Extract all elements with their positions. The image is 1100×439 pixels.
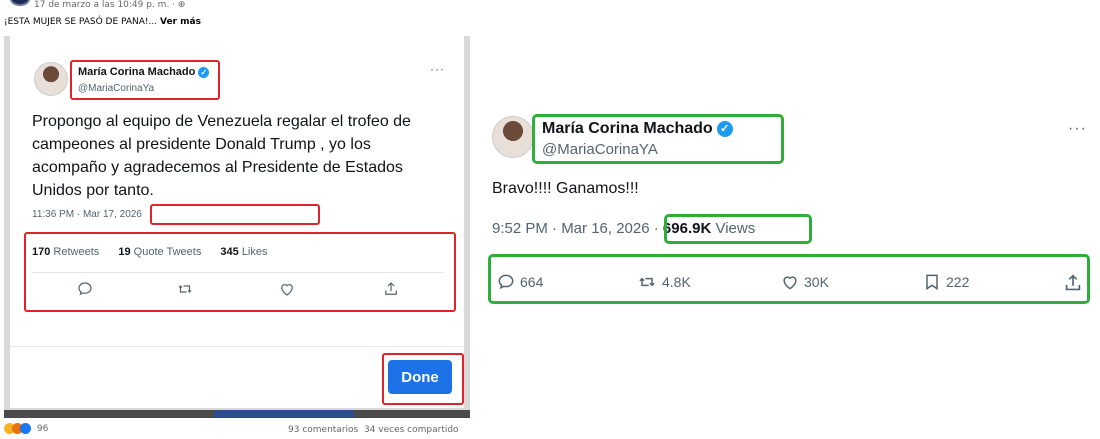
- green-highlight-views: [664, 214, 812, 244]
- like-reaction-icon: [20, 423, 31, 434]
- reaction-count[interactable]: 96: [37, 424, 48, 434]
- facebook-post-header: 17 de marzo a las 10:49 p. m. · ⊕ ¡ESTA …: [0, 0, 470, 30]
- green-highlight-author: [532, 114, 784, 164]
- page-avatar[interactable]: [10, 0, 30, 6]
- modal-footer-divider: [10, 346, 464, 347]
- red-highlight-author: [70, 60, 220, 100]
- avatar[interactable]: [492, 116, 534, 158]
- more-options-icon[interactable]: ···: [1068, 120, 1087, 138]
- tweet-text: Propongo al equipo de Venezuela regalar …: [32, 113, 411, 199]
- comments-shares: 93 comentarios 34 veces compartido: [288, 425, 459, 435]
- tweet-modal: María Corina Machado ✓ @MariaCorinaYa ···…: [10, 36, 464, 408]
- tweet-datetime[interactable]: 11:36 PM · Mar 17, 2026: [32, 209, 142, 220]
- red-highlight-datetime: [150, 204, 320, 225]
- tweet-text: Bravo!!!! Ganamos!!!: [492, 180, 639, 197]
- post-timestamp[interactable]: 17 de marzo a las 10:49 p. m. · ⊕: [34, 0, 185, 10]
- shares-count[interactable]: 34 veces compartido: [364, 425, 459, 435]
- red-highlight-done: [382, 353, 464, 405]
- post-caption: ¡ESTA MUJER SE PASÓ DE PANA!... Ver más: [4, 17, 201, 27]
- globe-icon: ⊕: [177, 0, 186, 10]
- comments-count[interactable]: 93 comentarios: [288, 425, 358, 435]
- reactions[interactable]: 96: [4, 423, 48, 434]
- facebook-post-footer: 96 93 comentarios 34 veces compartido: [0, 422, 470, 439]
- green-highlight-actions: [488, 254, 1090, 304]
- see-more-link[interactable]: Ver más: [160, 17, 201, 27]
- bottom-strip: [4, 410, 470, 418]
- post-timestamp-text[interactable]: 17 de marzo a las 10:49 p. m. ·: [34, 0, 178, 10]
- bottom-strip-accent: [214, 410, 354, 418]
- avatar[interactable]: [34, 62, 68, 96]
- more-options-icon[interactable]: ···: [430, 62, 445, 76]
- caption-text: ¡ESTA MUJER SE PASÓ DE PANA!...: [4, 17, 160, 27]
- left-tweet-screenshot: María Corina Machado ✓ @MariaCorinaYa ···…: [4, 36, 470, 418]
- red-highlight-engagement: [24, 232, 456, 312]
- tweet-time[interactable]: 9:52 PM · Mar 16, 2026 ·: [492, 220, 663, 237]
